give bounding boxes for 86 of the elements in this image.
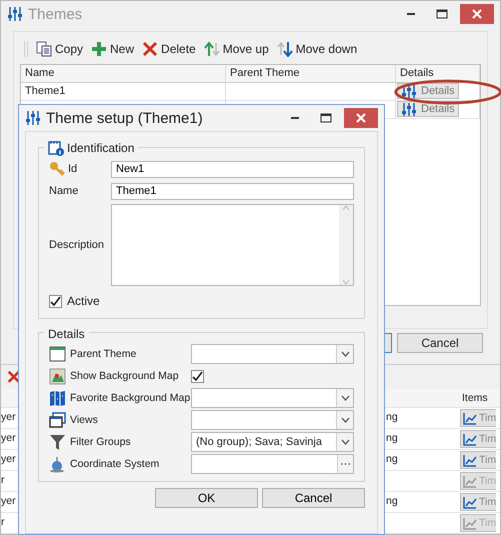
ok-button[interactable]: OK [155, 488, 258, 508]
table-cell-text: ng [386, 452, 399, 467]
globe-icon [49, 456, 66, 472]
table-cell-text: r [1, 473, 6, 488]
sliders-icon [401, 102, 417, 116]
new-button[interactable]: New [91, 41, 134, 57]
window-icon [49, 346, 66, 362]
sliders-icon [401, 84, 417, 98]
window-title: Theme setup (Theme1) [46, 110, 203, 126]
dropdown[interactable]: (No group); Sava; Savinja [191, 432, 354, 452]
cross-icon [142, 41, 158, 57]
delete-button[interactable]: Delete [142, 41, 196, 57]
dropdown-value: (No group); Sava; Savinja [195, 436, 323, 448]
close-icon [356, 113, 366, 123]
column-header: Details [396, 65, 480, 82]
checkbox[interactable] [49, 294, 62, 308]
details-button[interactable]: Details [397, 83, 459, 99]
plus-icon [91, 41, 108, 57]
table-cell-text: yer [1, 452, 17, 467]
line-chart-icon [463, 474, 477, 488]
line-chart-icon [463, 412, 477, 424]
table-cell-text: ng [386, 494, 399, 509]
scrollbar[interactable] [339, 205, 353, 285]
filter-icon [49, 434, 66, 450]
field-label: Show Background Map [70, 370, 179, 382]
windows-icon [49, 412, 66, 428]
field-label: Coordinate System [70, 458, 160, 470]
chevron-down-icon [340, 351, 350, 357]
cross-icon[interactable] [7, 370, 21, 384]
table-cell-text: yer [1, 494, 17, 509]
cancel-button[interactable]: Cancel [397, 333, 483, 353]
field-label: Id [68, 163, 78, 175]
table-cell-text: yer [1, 431, 17, 446]
field-label: Views [70, 414, 98, 426]
column-header: Items [461, 391, 489, 406]
table-cell: Theme1 [21, 83, 226, 100]
minimize-icon [407, 13, 415, 15]
input-field[interactable]: Theme1 [111, 182, 354, 200]
field-label: Favorite Background Map [70, 392, 190, 404]
column-header: Name [21, 65, 226, 82]
toolbar-grip [24, 41, 28, 57]
cancel-button[interactable]: Cancel [262, 488, 365, 508]
check-icon [192, 370, 203, 382]
map-icon [49, 368, 66, 384]
checkbox-label: Active [67, 294, 100, 308]
browse-button[interactable]: ··· [337, 455, 353, 473]
sliders-icon [25, 110, 41, 126]
field-label: Parent Theme [70, 348, 136, 360]
maximize-icon [320, 113, 332, 123]
book-map-icon [49, 390, 66, 406]
scroll-up-icon [342, 205, 350, 211]
key-icon [49, 161, 65, 177]
checkbox[interactable] [191, 370, 204, 382]
chevron-down-icon [340, 439, 350, 445]
group-title: Identification [67, 141, 134, 155]
line-chart-icon [463, 432, 477, 446]
table-cell-text: r [1, 515, 6, 530]
minimize-icon [291, 117, 299, 119]
line-chart-icon [463, 516, 477, 530]
move-up-button[interactable]: Move up [204, 41, 269, 57]
field-label: Name [49, 185, 78, 197]
move-down-button[interactable]: Move down [276, 41, 358, 57]
close-button[interactable] [344, 108, 378, 128]
chevron-down-icon [340, 395, 350, 401]
field-label: Description [49, 239, 104, 251]
copy-button[interactable]: Copy [36, 41, 84, 57]
close-icon [472, 9, 482, 19]
table-cell-text: ng [386, 431, 399, 446]
check-icon [50, 296, 61, 306]
line-chart-icon [463, 496, 477, 508]
table-cell-text: yer [1, 410, 17, 425]
chevron-down-icon [340, 417, 350, 423]
input-field[interactable]: New1 [111, 160, 354, 178]
input-field[interactable]: ··· [191, 454, 354, 474]
scroll-down-icon [342, 279, 350, 285]
up-down-arrows-icon [204, 41, 220, 57]
field-label: Filter Groups [70, 436, 131, 448]
column-header: Parent Theme [226, 65, 396, 82]
sliders-icon [7, 6, 23, 22]
up-down-arrows-icon [276, 41, 293, 57]
table-cell-text: ng [386, 410, 399, 425]
maximize-icon [436, 9, 448, 19]
line-chart-icon [463, 454, 477, 466]
copy-icon [36, 41, 52, 57]
group-title: Details [48, 327, 85, 341]
window-title: Themes [28, 6, 82, 22]
